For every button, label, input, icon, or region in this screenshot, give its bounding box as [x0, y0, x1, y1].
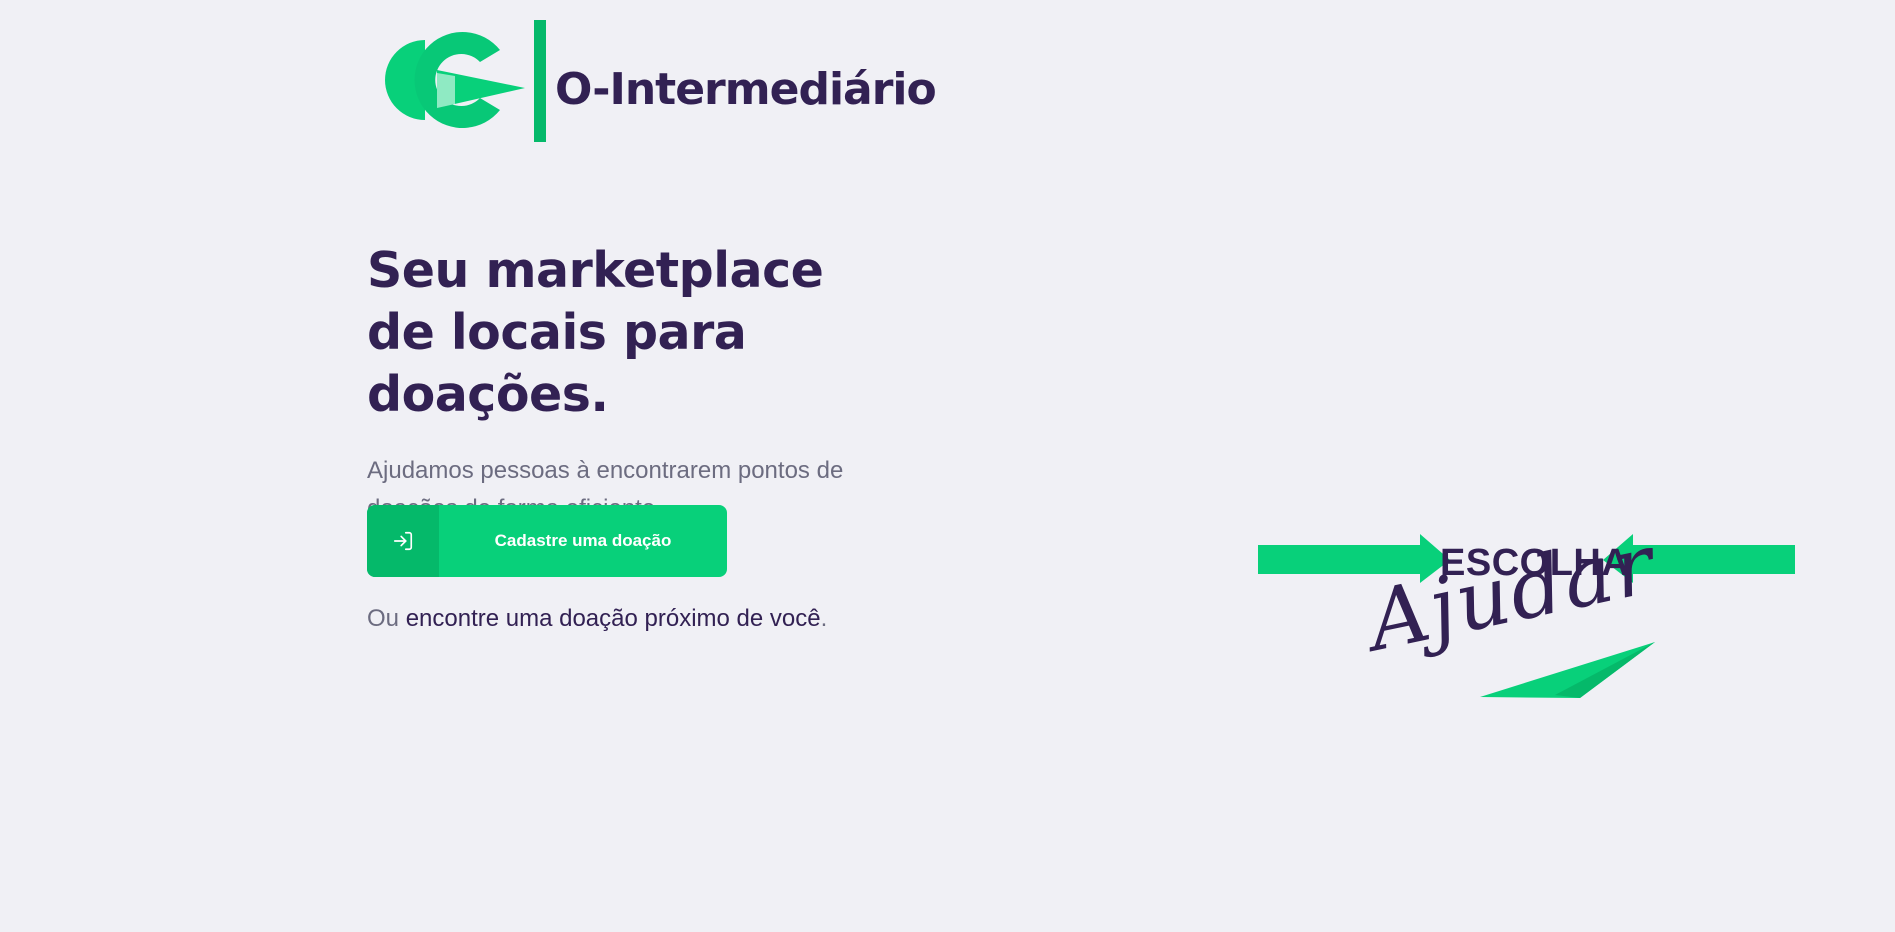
- hero-section: Seu marketplace de locais para doações. …: [367, 240, 927, 632]
- find-donation-suffix: .: [820, 605, 828, 632]
- register-donation-button[interactable]: Cadastre uma doação: [367, 505, 727, 577]
- hero-illustration: ESCOLHA Ajudar: [1255, 517, 1800, 730]
- log-in-icon: [367, 505, 439, 577]
- logo-mark-icon: [385, 20, 546, 142]
- find-donation-link[interactable]: encontre uma doação próximo de você: [406, 605, 821, 632]
- register-donation-label: Cadastre uma doação: [494, 531, 672, 550]
- find-donation-line: Ou encontre uma doação próximo de você.: [367, 605, 827, 633]
- logo-text: O-Intermediário: [555, 64, 937, 115]
- find-donation-prefix: Ou: [367, 605, 406, 632]
- page-title: Seu marketplace de locais para doações.: [367, 242, 824, 423]
- brand-logo[interactable]: O-Intermediário: [380, 18, 937, 143]
